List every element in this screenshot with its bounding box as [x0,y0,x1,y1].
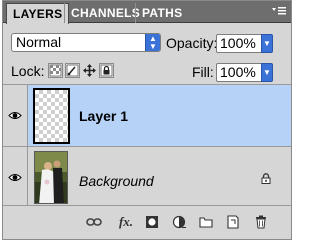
lock-position-button[interactable] [82,63,97,78]
updown-arrows-icon: ▲ ▼ [145,34,160,51]
tab-channels[interactable]: CHANNELS [64,3,146,23]
layer-name[interactable]: Layer 1 [79,108,128,124]
layer-thumbnail-photo [34,151,68,204]
lock-all-button[interactable] [99,63,114,78]
opacity-input[interactable]: 100% [216,34,262,53]
lock-transparent-pixels-button[interactable] [48,63,63,78]
lock-label: Lock: [11,63,45,79]
tab-bar: LAYERS CHANNELS PATHS [3,1,291,24]
fx-icon[interactable]: fx. [116,215,136,229]
brush-icon [66,64,79,77]
adjustment-layer-icon[interactable] [171,215,187,229]
visibility-toggle[interactable] [3,147,28,206]
link-layers-icon[interactable] [86,215,102,229]
blend-mode-value: Normal [16,34,62,50]
opacity-label: Opacity: [166,35,218,51]
blend-mode-select[interactable]: Normal ▲ ▼ [11,33,161,52]
panel-menu-icon[interactable] [271,5,287,17]
fill-input[interactable]: 100% [216,63,262,82]
layer-row-background[interactable]: Background [3,147,291,207]
layer-name[interactable]: Background [79,173,154,189]
checkerboard-icon [49,64,62,77]
lock-image-pixels-button[interactable] [65,63,80,78]
padlock-icon [100,64,113,77]
tab-paths[interactable]: PATHS [135,3,188,23]
tab-layers[interactable]: LAYERS [6,3,70,24]
layer-thumbnail-transparent [33,88,70,144]
eye-icon [8,112,22,119]
visibility-toggle[interactable] [3,85,28,146]
layer-row-layer-1[interactable]: Layer 1 [3,85,291,147]
trash-icon[interactable] [253,215,269,229]
layer-mask-icon[interactable] [144,215,160,229]
opacity-dropdown-button[interactable]: ▼ [261,34,273,53]
fill-label: Fill: [192,64,214,80]
fill-dropdown-button[interactable]: ▼ [261,63,273,82]
move-arrows-icon [83,64,96,77]
layers-footer: fx. [3,205,291,239]
new-group-icon[interactable] [198,215,214,229]
eye-icon [8,174,22,181]
new-layer-icon[interactable] [225,215,241,229]
padlock-icon [261,173,271,184]
layers-panel: LAYERS CHANNELS PATHS Normal ▲ ▼ Opacity:… [2,0,292,240]
